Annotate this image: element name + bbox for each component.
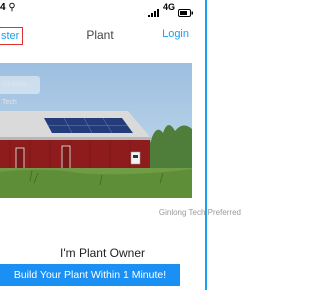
register-link[interactable]: ster xyxy=(0,27,24,45)
network-type: 4G xyxy=(163,2,176,12)
build-plant-button[interactable]: Build Your Plant Within 1 Minute! xyxy=(0,264,180,286)
page-edge-divider xyxy=(205,0,207,290)
photo-watermark: Ginlong Tech xyxy=(0,76,40,106)
photo-caption: Ginlong Tech Preferred xyxy=(158,208,241,217)
owner-heading: I'm Plant Owner xyxy=(60,246,145,260)
status-time: 4 ⚲ xyxy=(0,2,16,13)
page-title: Plant xyxy=(86,28,114,42)
plant-photo: Ginlong Tech xyxy=(0,63,192,198)
login-link[interactable]: Login xyxy=(162,28,189,40)
status-bar: 4 ⚲ 4G xyxy=(0,0,205,18)
nav-bar: ster Plant Login xyxy=(0,20,205,50)
